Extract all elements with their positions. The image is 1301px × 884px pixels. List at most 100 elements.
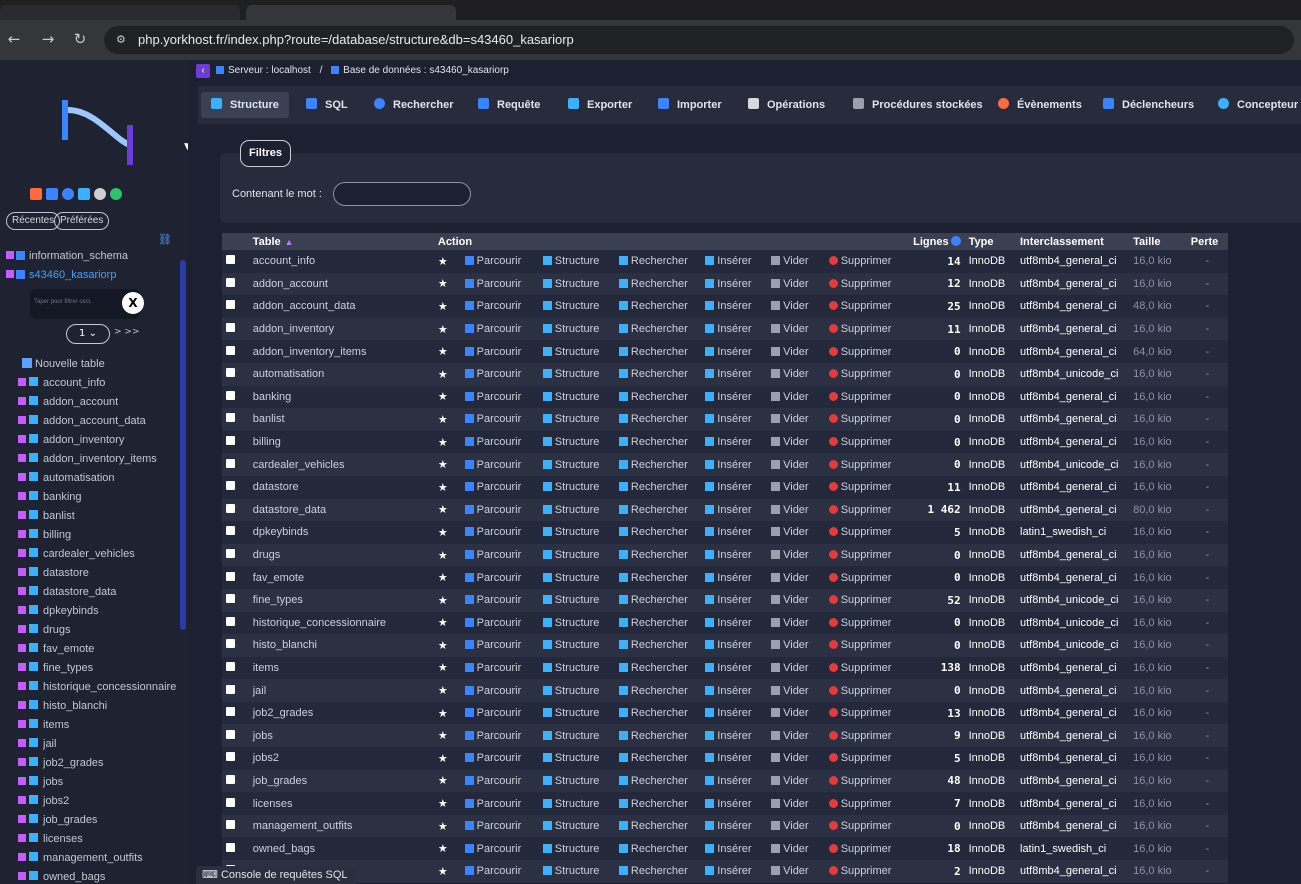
favorite-star-icon[interactable]: ★ bbox=[438, 730, 448, 742]
action-empty-link[interactable]: Vider bbox=[771, 436, 809, 448]
breadcrumb-server[interactable]: Serveur : localhost bbox=[228, 65, 311, 76]
filter-word-input[interactable] bbox=[333, 182, 471, 206]
row-checkbox[interactable] bbox=[226, 639, 235, 649]
table-name-link[interactable]: addon_inventory bbox=[249, 318, 434, 341]
action-insert-link[interactable]: Insérer bbox=[705, 300, 752, 312]
action-drop-link[interactable]: Supprimer bbox=[828, 481, 891, 493]
row-checkbox[interactable] bbox=[226, 503, 235, 513]
action-search-link[interactable]: Rechercher bbox=[618, 549, 688, 561]
action-structure-link[interactable]: Structure bbox=[542, 730, 599, 742]
tab-export[interactable]: Exporter bbox=[568, 92, 632, 118]
table-name-link[interactable]: cardealer_vehicles bbox=[249, 453, 434, 476]
action-browse-link[interactable]: Parcourir bbox=[464, 368, 521, 380]
action-insert-link[interactable]: Insérer bbox=[705, 278, 752, 290]
action-structure-link[interactable]: Structure bbox=[542, 459, 599, 471]
action-search-link[interactable]: Rechercher bbox=[618, 323, 688, 335]
action-structure-link[interactable]: Structure bbox=[542, 662, 599, 674]
tree-item-table[interactable]: addon_account_data bbox=[18, 412, 176, 431]
action-empty-link[interactable]: Vider bbox=[771, 752, 809, 764]
favorite-star-icon[interactable]: ★ bbox=[438, 572, 448, 584]
col-table[interactable]: Table ▲ bbox=[249, 233, 434, 250]
action-drop-link[interactable]: Supprimer bbox=[828, 436, 891, 448]
action-drop-link[interactable]: Supprimer bbox=[828, 255, 891, 267]
action-browse-link[interactable]: Parcourir bbox=[464, 323, 521, 335]
table-name-link[interactable]: histo_blanchi bbox=[249, 634, 434, 657]
tab-search[interactable]: Rechercher bbox=[374, 92, 454, 118]
table-name-link[interactable]: addon_account_data bbox=[249, 295, 434, 318]
tab-events[interactable]: Évènements bbox=[998, 92, 1082, 118]
tree-item-table[interactable]: banking bbox=[18, 488, 176, 507]
help-icon[interactable] bbox=[62, 188, 74, 200]
action-browse-link[interactable]: Parcourir bbox=[464, 391, 521, 403]
favorite-star-icon[interactable]: ★ bbox=[438, 324, 448, 336]
action-browse-link[interactable]: Parcourir bbox=[464, 413, 521, 425]
action-empty-link[interactable]: Vider bbox=[771, 820, 809, 832]
favorite-star-icon[interactable]: ★ bbox=[438, 459, 448, 471]
action-structure-link[interactable]: Structure bbox=[542, 481, 599, 493]
sql-console-toggle[interactable]: ⌨ Console de requêtes SQL bbox=[196, 866, 356, 884]
table-name-link[interactable]: fine_types bbox=[249, 589, 434, 612]
action-drop-link[interactable]: Supprimer bbox=[828, 843, 891, 855]
action-insert-link[interactable]: Insérer bbox=[705, 617, 752, 629]
action-search-link[interactable]: Rechercher bbox=[618, 639, 688, 651]
tree-item-table[interactable]: datastore_data bbox=[18, 583, 176, 602]
action-insert-link[interactable]: Insérer bbox=[705, 752, 752, 764]
action-browse-link[interactable]: Parcourir bbox=[464, 504, 521, 516]
favorite-star-icon[interactable]: ★ bbox=[438, 346, 448, 358]
favorite-star-icon[interactable]: ★ bbox=[438, 617, 448, 629]
action-structure-link[interactable]: Structure bbox=[542, 368, 599, 380]
settings-icon[interactable] bbox=[94, 188, 106, 200]
table-name-link[interactable]: automatisation bbox=[249, 363, 434, 386]
action-browse-link[interactable]: Parcourir bbox=[464, 481, 521, 493]
table-name-link[interactable]: management_outfits bbox=[249, 815, 434, 838]
action-structure-link[interactable]: Structure bbox=[542, 775, 599, 787]
col-size[interactable]: Taille bbox=[1129, 233, 1187, 250]
action-insert-link[interactable]: Insérer bbox=[705, 549, 752, 561]
favorite-star-icon[interactable]: ★ bbox=[438, 640, 448, 652]
action-drop-link[interactable]: Supprimer bbox=[828, 526, 891, 538]
action-search-link[interactable]: Rechercher bbox=[618, 278, 688, 290]
action-search-link[interactable]: Rechercher bbox=[618, 572, 688, 584]
action-structure-link[interactable]: Structure bbox=[542, 707, 599, 719]
scrollbar[interactable] bbox=[180, 260, 186, 630]
action-drop-link[interactable]: Supprimer bbox=[828, 368, 891, 380]
action-drop-link[interactable]: Supprimer bbox=[828, 639, 891, 651]
action-search-link[interactable]: Rechercher bbox=[618, 346, 688, 358]
action-structure-link[interactable]: Structure bbox=[542, 323, 599, 335]
favorite-star-icon[interactable]: ★ bbox=[438, 527, 448, 539]
action-search-link[interactable]: Rechercher bbox=[618, 255, 688, 267]
table-name-link[interactable]: drugs bbox=[249, 544, 434, 567]
action-browse-link[interactable]: Parcourir bbox=[464, 572, 521, 584]
col-type[interactable]: Type bbox=[965, 233, 1016, 250]
col-rows[interactable]: Lignes bbox=[909, 233, 965, 250]
action-structure-link[interactable]: Structure bbox=[542, 391, 599, 403]
row-checkbox[interactable] bbox=[226, 752, 235, 762]
action-search-link[interactable]: Rechercher bbox=[618, 798, 688, 810]
action-drop-link[interactable]: Supprimer bbox=[828, 300, 891, 312]
action-insert-link[interactable]: Insérer bbox=[705, 323, 752, 335]
action-browse-link[interactable]: Parcourir bbox=[464, 278, 521, 290]
tree-item-table[interactable]: cardealer_vehicles bbox=[18, 545, 176, 564]
action-structure-link[interactable]: Structure bbox=[542, 685, 599, 697]
action-structure-link[interactable]: Structure bbox=[542, 413, 599, 425]
action-structure-link[interactable]: Structure bbox=[542, 504, 599, 516]
table-name-link[interactable]: datastore_data bbox=[249, 499, 434, 522]
action-empty-link[interactable]: Vider bbox=[771, 798, 809, 810]
favorites-button[interactable]: Préférées bbox=[54, 212, 110, 230]
action-search-link[interactable]: Rechercher bbox=[618, 300, 688, 312]
action-structure-link[interactable]: Structure bbox=[542, 752, 599, 764]
action-search-link[interactable]: Rechercher bbox=[618, 368, 688, 380]
action-insert-link[interactable]: Insérer bbox=[705, 459, 752, 471]
tree-item-table[interactable]: addon_account bbox=[18, 393, 176, 412]
action-insert-link[interactable]: Insérer bbox=[705, 526, 752, 538]
action-browse-link[interactable]: Parcourir bbox=[464, 617, 521, 629]
action-insert-link[interactable]: Insérer bbox=[705, 504, 752, 516]
favorite-star-icon[interactable]: ★ bbox=[438, 256, 448, 268]
favorite-star-icon[interactable]: ★ bbox=[438, 662, 448, 674]
action-empty-link[interactable]: Vider bbox=[771, 413, 809, 425]
tree-item-table[interactable]: fav_emote bbox=[18, 640, 176, 659]
action-empty-link[interactable]: Vider bbox=[771, 865, 809, 877]
db-item-information-schema[interactable]: information_schema bbox=[6, 250, 128, 266]
page-select[interactable]: 1 ⌄ bbox=[66, 324, 110, 344]
action-insert-link[interactable]: Insérer bbox=[705, 707, 752, 719]
